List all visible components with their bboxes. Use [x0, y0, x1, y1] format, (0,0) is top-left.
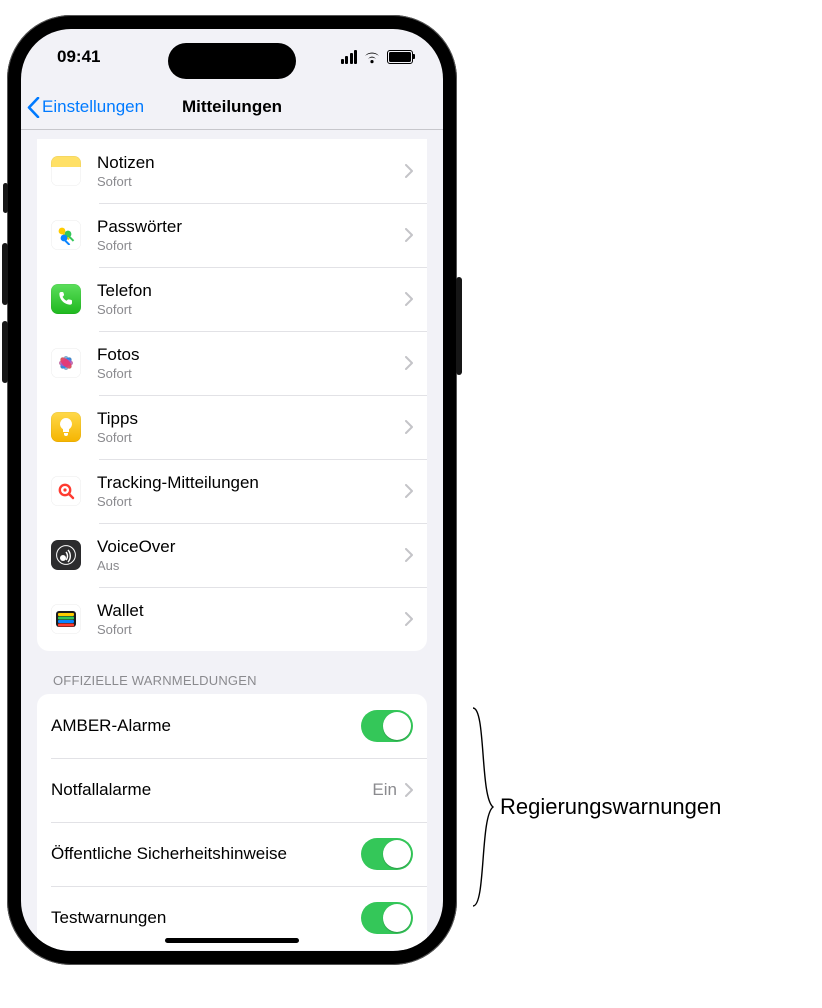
app-status: Sofort — [97, 238, 405, 253]
back-button[interactable]: Einstellungen — [27, 85, 144, 129]
row-value: Ein — [372, 780, 397, 800]
app-list-group: Notizen Sofort Passwörter Sofort — [37, 139, 427, 651]
chevron-right-icon — [405, 612, 413, 626]
app-status: Aus — [97, 558, 405, 573]
app-status: Sofort — [97, 430, 405, 445]
row-public-safety: Öffentliche Sicherheitshinweise — [37, 822, 427, 886]
app-row-fotos[interactable]: Fotos Sofort — [37, 331, 427, 395]
chevron-right-icon — [405, 548, 413, 562]
app-name: Notizen — [97, 153, 405, 173]
wallet-icon — [51, 604, 81, 634]
app-row-voiceover[interactable]: VoiceOver Aus — [37, 523, 427, 587]
app-status: Sofort — [97, 174, 405, 189]
volume-down-button — [2, 321, 8, 383]
power-button — [456, 277, 462, 375]
public-safety-toggle[interactable] — [361, 838, 413, 870]
status-time: 09:41 — [57, 47, 100, 67]
alerts-section-header: Offizielle Warnmeldungen — [53, 673, 411, 688]
row-amber-alerts: AMBER-Alarme — [37, 694, 427, 758]
app-row-tracking[interactable]: Tracking-Mitteilungen Sofort — [37, 459, 427, 523]
back-label: Einstellungen — [42, 97, 144, 117]
app-row-tipps[interactable]: Tipps Sofort — [37, 395, 427, 459]
volume-up-button — [2, 243, 8, 305]
app-name: Tipps — [97, 409, 405, 429]
passwords-icon — [51, 220, 81, 250]
app-row-telefon[interactable]: Telefon Sofort — [37, 267, 427, 331]
app-name: Passwörter — [97, 217, 405, 237]
app-status: Sofort — [97, 494, 405, 509]
app-row-wallet[interactable]: Wallet Sofort — [37, 587, 427, 651]
notes-icon — [51, 156, 81, 186]
wifi-icon — [363, 51, 381, 64]
silence-switch — [3, 183, 8, 213]
app-name: Wallet — [97, 601, 405, 621]
row-emergency-alerts[interactable]: Notfallalarme Ein — [37, 758, 427, 822]
chevron-right-icon — [405, 228, 413, 242]
app-status: Sofort — [97, 302, 405, 317]
page-title: Mitteilungen — [182, 97, 282, 117]
battery-icon — [387, 50, 413, 64]
tracking-icon — [51, 476, 81, 506]
app-name: Fotos — [97, 345, 405, 365]
cellular-icon — [341, 50, 358, 64]
amber-toggle[interactable] — [361, 710, 413, 742]
alerts-group: AMBER-Alarme Notfallalarme Ein Öffentlic… — [37, 694, 427, 950]
settings-content: Notizen Sofort Passwörter Sofort — [21, 129, 443, 951]
app-name: VoiceOver — [97, 537, 405, 557]
iphone-frame: 09:41 Einstellungen Mitteilungen — [7, 15, 457, 965]
row-label: Testwarnungen — [51, 904, 361, 932]
row-label: Öffentliche Sicherheitshinweise — [51, 840, 361, 868]
chevron-right-icon — [405, 356, 413, 370]
voiceover-icon — [51, 540, 81, 570]
tips-icon — [51, 412, 81, 442]
app-status: Sofort — [97, 622, 405, 637]
app-name: Telefon — [97, 281, 405, 301]
chevron-right-icon — [405, 420, 413, 434]
app-row-notizen[interactable]: Notizen Sofort — [37, 139, 427, 203]
chevron-right-icon — [405, 484, 413, 498]
dynamic-island — [168, 43, 296, 79]
navigation-bar: Einstellungen Mitteilungen — [21, 85, 443, 130]
row-label: AMBER-Alarme — [51, 712, 361, 740]
annotation-label: Regierungswarnungen — [500, 794, 721, 820]
app-row-passwoerter[interactable]: Passwörter Sofort — [37, 203, 427, 267]
brace-icon — [472, 707, 494, 907]
row-label: Notfallalarme — [51, 776, 372, 804]
photos-icon — [51, 348, 81, 378]
annotation-callout: Regierungswarnungen — [472, 707, 721, 907]
app-name: Tracking-Mitteilungen — [97, 473, 405, 493]
home-indicator[interactable] — [165, 938, 299, 943]
app-status: Sofort — [97, 366, 405, 381]
chevron-right-icon — [405, 292, 413, 306]
chevron-right-icon — [405, 164, 413, 178]
test-alerts-toggle[interactable] — [361, 902, 413, 934]
chevron-right-icon — [405, 783, 413, 797]
chevron-left-icon — [27, 97, 40, 118]
phone-icon — [51, 284, 81, 314]
